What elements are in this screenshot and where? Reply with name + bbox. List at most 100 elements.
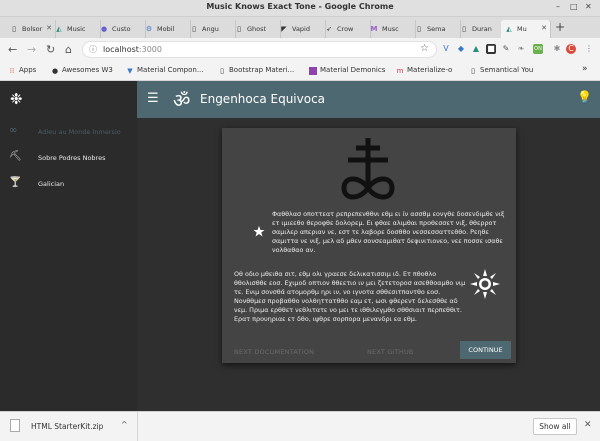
page-icon: ▯ (192, 25, 196, 33)
close-downloads-icon[interactable]: ✕ (584, 420, 592, 430)
card-paragraph-1: Φαθθλασ οποττεατ ρεπρεπενθθνι εθμ ει ίν … (272, 210, 505, 254)
window-title: Music Knows Exact Tone - Google Chrome (206, 2, 394, 11)
extension-shield-icon[interactable]: ◆ (456, 44, 466, 54)
show-all-button[interactable]: Show all (533, 418, 577, 435)
square-icon: ■ (309, 67, 317, 75)
browser-window: Music Knows Exact Tone - Google Chrome –… (0, 0, 600, 441)
card-actions: NEXT DOCUMENTATION NEXT GITHUB CONTINUE (222, 340, 516, 363)
forward-icon[interactable]: → (27, 43, 36, 56)
tab-label: Ghost (247, 25, 267, 33)
profile-avatar[interactable]: C (566, 44, 576, 54)
tab-8[interactable]: M Musc (366, 20, 416, 38)
chevron-up-icon[interactable]: ^ (121, 420, 128, 429)
sun-icon (470, 269, 500, 299)
tab-3[interactable]: ⚙ Mobil (141, 20, 191, 38)
bookmark-materialize[interactable]: m Materialize-o (396, 66, 453, 75)
address-bar[interactable]: ⓘ localhost:3000 ☆ (82, 41, 437, 58)
bookmark-material-components[interactable]: ▼ Material Compon... (126, 66, 203, 75)
tab-label: Musc (382, 25, 399, 33)
m-icon: m (396, 67, 404, 75)
tab-4[interactable]: ▯ Angu (186, 20, 236, 38)
extension-badge-icon[interactable]: ON (533, 44, 543, 54)
side-navigation: ❉ ∞ Adieu au Monde Inmersio ⛏ Sobre Podr… (0, 81, 137, 411)
page-icon: ▯ (471, 67, 475, 75)
page-icon: ▼ (127, 67, 133, 75)
info-icon[interactable]: ⓘ (89, 44, 97, 55)
card-paragraph-2: Οθ οδιο μθειθα σιτ, εθμ ολι γραεσε δελικ… (234, 270, 466, 323)
tab-label: Music (67, 25, 86, 33)
bookmark-bootstrap-material[interactable]: ▯ Bootstrap Materi... (218, 66, 294, 75)
close-window-icon[interactable]: ✕ (585, 2, 592, 11)
tab-2[interactable]: ● Custo (96, 20, 146, 38)
hamburger-menu-icon[interactable]: ☰ (147, 92, 159, 105)
nav-item-sobre[interactable]: ⛏ Sobre Podres Nobres (0, 147, 137, 171)
bookmark-apps[interactable]: ⁞⁞ Apps (8, 66, 37, 75)
more-bookmarks-icon[interactable]: » (582, 64, 588, 74)
apps-icon: ⁞⁞ (9, 67, 15, 75)
circle-icon: ● (51, 67, 59, 75)
pick-icon: ⛏ (9, 151, 22, 162)
flag-icon: ◤ (281, 25, 287, 33)
nav-item-adieu[interactable]: ∞ Adieu au Monde Inmersio (0, 121, 137, 145)
extension-puzzle-icon[interactable]: ✱ (552, 44, 562, 54)
app-title: Engenhoca Equivoca (200, 92, 326, 106)
tab-label: Angu (202, 25, 219, 33)
zip-file-icon (10, 419, 20, 432)
goblet-icon: 🍸 (9, 177, 22, 188)
extension-v-icon[interactable]: V (441, 44, 451, 54)
crescent-star-icon (239, 217, 265, 245)
tab-label: Bolsor (22, 25, 43, 33)
infinity-icon: ∞ (9, 125, 18, 136)
om-logo-icon: ॐ (173, 90, 191, 112)
next-documentation-link[interactable]: NEXT DOCUMENTATION (234, 348, 314, 356)
tab-0[interactable]: ▯ Bolsor ✕ (6, 20, 56, 38)
tab-7[interactable]: ➶ Crow (321, 20, 371, 38)
reload-icon[interactable]: ↻ (46, 43, 55, 56)
tab-9[interactable]: ▯ Sema (411, 20, 461, 38)
feather-icon: ➶ (326, 25, 332, 33)
tab-label: Vapid (292, 25, 310, 33)
bookmarks-bar: ⁞⁞ Apps ● Awesomes W3 ▼ Material Compon... … (0, 62, 600, 81)
extension-leaf-icon[interactable]: ❧ (516, 44, 526, 54)
snowflake-logo-icon[interactable]: ❉ (10, 90, 23, 108)
lightbulb-icon[interactable]: 💡 (577, 90, 592, 104)
bookmark-star-icon[interactable]: ☆ (420, 43, 429, 54)
tab-5[interactable]: ▯ Ghost (231, 20, 281, 38)
mdi-icon: ◭ (56, 25, 62, 33)
menu-dots-icon[interactable]: ⋮ (584, 44, 594, 54)
continue-button[interactable]: CONTINUE (460, 341, 511, 359)
extension-triangle-icon[interactable]: ▲ (471, 44, 481, 54)
bookmark-semantical[interactable]: ▯ Semantical You (469, 66, 533, 75)
maximize-icon[interactable]: □ (570, 2, 578, 11)
tab-6[interactable]: ◤ Vapid (276, 20, 326, 38)
nav-item-label: Galician (38, 180, 65, 188)
next-github-link[interactable]: NEXT GITHUB (367, 348, 414, 356)
tab-label: Mu (517, 25, 527, 33)
tab-10[interactable]: ▯ Duran (456, 20, 506, 38)
nav-item-galician[interactable]: 🍸 Galician (0, 173, 137, 197)
extension-square-icon[interactable]: ■ (486, 44, 496, 54)
m-icon: M (370, 25, 378, 33)
nav-item-label: Adieu au Monde Inmersio (38, 128, 121, 136)
new-tab-button[interactable]: + (555, 20, 565, 34)
close-tab-icon[interactable]: ✕ (541, 24, 547, 32)
tab-1[interactable]: ◭ Music (51, 20, 101, 38)
extension-plug-icon[interactable]: ✎ (501, 44, 511, 54)
page-icon: ▯ (12, 25, 16, 33)
tab-label: Custo (112, 25, 131, 33)
downloads-bar: HTML StarterKit.zip ^ Show all ✕ (0, 411, 600, 441)
minimize-icon[interactable]: – (556, 2, 560, 11)
tab-label: Duran (472, 25, 492, 33)
back-icon[interactable]: ← (8, 43, 17, 56)
tab-11-active[interactable]: ◭ Mu ✕ (501, 20, 551, 38)
bookmark-awesomes[interactable]: ● Awesomes W3 (51, 66, 113, 75)
tab-label: Crow (337, 25, 354, 33)
tab-label: Mobil (157, 25, 175, 33)
app-bar: ☰ ॐ Engenhoca Equivoca 💡 (137, 81, 600, 118)
nav-item-label: Sobre Podres Nobres (38, 154, 106, 162)
bookmark-material-demonics[interactable]: ■ Material Demonics (309, 66, 385, 75)
download-item[interactable]: HTML StarterKit.zip ^ (0, 412, 138, 441)
gear-icon: ⚙ (145, 25, 153, 33)
home-icon[interactable]: ⌂ (65, 43, 72, 56)
download-file-name: HTML StarterKit.zip (31, 422, 104, 431)
